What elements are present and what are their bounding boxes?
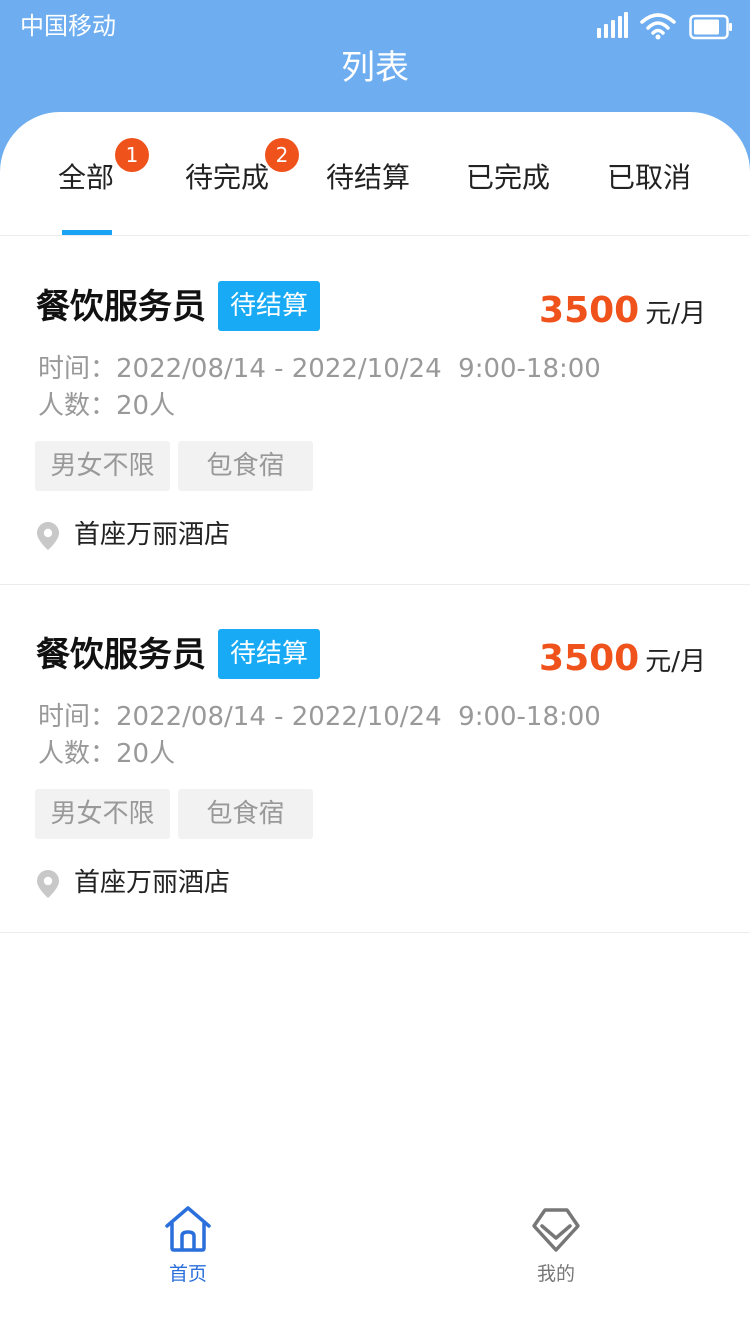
nav-label-mine: 我的 (536, 1263, 575, 1285)
nav-item-home[interactable]: 首页 (128, 1204, 248, 1294)
job-time: 时间：2022/08/14 - 2022/10/24 9:00-18:00 (38, 702, 601, 732)
tab-pending[interactable]: 待完成 (185, 158, 269, 198)
job-tags: 男女不限 包食宿 (35, 441, 321, 491)
home-icon (165, 1206, 211, 1252)
nav-item-mine[interactable]: 我的 (496, 1204, 616, 1294)
status-badge: 待结算 (218, 629, 320, 679)
status-badge: 待结算 (218, 281, 320, 331)
signal-icon (597, 12, 628, 38)
tab-cancelled[interactable]: 已取消 (607, 158, 691, 198)
job-time: 时间：2022/08/14 - 2022/10/24 9:00-18:00 (38, 354, 601, 384)
job-headcount: 人数：20人 (38, 391, 176, 421)
wifi-icon (640, 13, 676, 40)
tag-lodging: 包食宿 (178, 789, 313, 839)
tab-completed[interactable]: 已完成 (466, 158, 550, 198)
job-title: 餐饮服务员 (36, 287, 206, 327)
tab-all-badge: 1 (115, 138, 149, 172)
job-title: 餐饮服务员 (36, 635, 206, 675)
tag-lodging: 包食宿 (178, 441, 313, 491)
salary: 3500 元/月 (539, 287, 706, 338)
tab-pending-badge: 2 (265, 138, 299, 172)
tab-to-settle[interactable]: 待结算 (326, 158, 410, 198)
bottom-nav: 首页 我的 (0, 1194, 750, 1334)
location-name: 首座万丽酒店 (74, 868, 231, 898)
salary-amount: 3500 (539, 290, 640, 331)
salary: 3500 元/月 (539, 635, 706, 686)
carrier-name: 中国移动 (20, 12, 116, 40)
tag-gender: 男女不限 (35, 441, 170, 491)
location-name: 首座万丽酒店 (74, 520, 231, 550)
page-title: 列表 (341, 48, 409, 88)
tab-all[interactable]: 全部 (58, 158, 114, 198)
job-card[interactable]: 餐饮服务员 待结算 3500 元/月 时间：2022/08/14 - 2022/1… (0, 585, 750, 933)
salary-amount: 3500 (539, 638, 640, 679)
location-pin-icon (37, 522, 59, 550)
job-headcount: 人数：20人 (38, 739, 176, 769)
location-pin-icon (37, 870, 59, 898)
salary-unit: 元/月 (645, 647, 706, 677)
app-screen: 中国移动 列表 全部 1 待完成 2 待结算 已完成 已取消 餐饮服务员 待结算… (0, 0, 750, 1334)
active-tab-indicator (62, 230, 112, 235)
diamond-icon (532, 1208, 580, 1252)
salary-unit: 元/月 (645, 299, 706, 329)
tag-gender: 男女不限 (35, 789, 170, 839)
battery-icon (689, 14, 732, 40)
job-card[interactable]: 餐饮服务员 待结算 3500 元/月 时间：2022/08/14 - 2022/1… (0, 237, 750, 585)
tab-bar: 全部 1 待完成 2 待结算 已完成 已取消 (0, 112, 750, 236)
nav-label-home: 首页 (168, 1263, 207, 1285)
job-tags: 男女不限 包食宿 (35, 789, 321, 839)
